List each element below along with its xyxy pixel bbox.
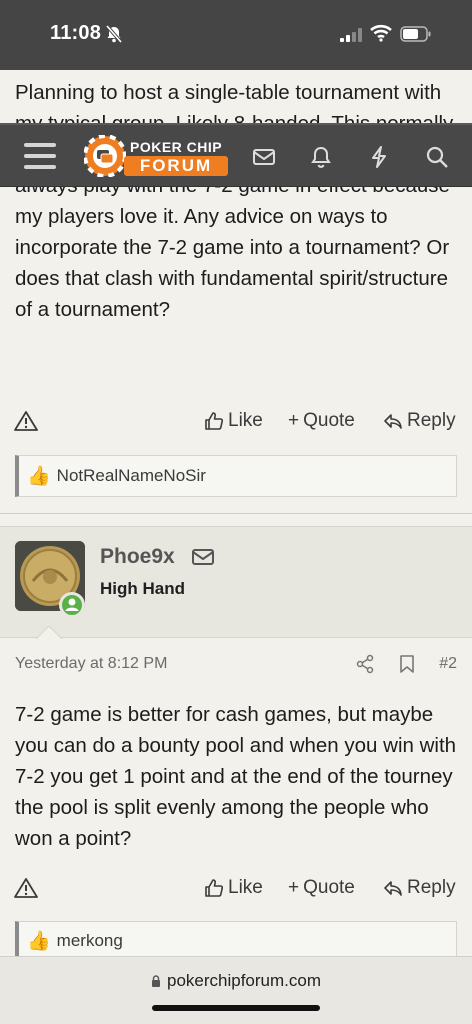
username[interactable]: Phoe9x: [100, 545, 175, 569]
post-body: Planning to host a single-table tourname…: [15, 77, 463, 325]
reply-icon: [384, 881, 402, 896]
envelope-icon[interactable]: [251, 144, 277, 170]
home-indicator[interactable]: [152, 1005, 320, 1011]
like-label: Like: [228, 877, 263, 898]
search-icon[interactable]: [424, 144, 450, 170]
reply-icon: [384, 414, 402, 429]
warning-icon[interactable]: [14, 410, 38, 432]
bolt-icon[interactable]: [366, 144, 392, 170]
reaction-user[interactable]: NotRealNameNoSir: [57, 466, 206, 486]
site-header: POKER CHIP FORUM: [0, 123, 472, 187]
thumbs-up-icon: 👍: [27, 931, 51, 952]
user-online-icon: [65, 598, 79, 611]
post-actions: Like + Quote Reply: [0, 875, 472, 905]
hamburger-icon[interactable]: [24, 143, 56, 169]
status-time: 11:08: [50, 22, 102, 44]
reply-button[interactable]: Reply: [383, 410, 456, 432]
share-icon[interactable]: [355, 654, 375, 674]
like-button[interactable]: Like: [204, 877, 263, 899]
like-button[interactable]: Like: [204, 410, 263, 432]
like-icon: [205, 879, 224, 897]
post-body: 7-2 game is better for cash games, but m…: [15, 703, 457, 850]
quote-icon: +: [288, 877, 300, 898]
reply-label: Reply: [407, 410, 456, 431]
post-date[interactable]: Yesterday at 8:12 PM: [15, 655, 167, 673]
reply-label: Reply: [407, 877, 456, 898]
bell-icon[interactable]: [308, 144, 334, 170]
reaction-user[interactable]: merkong: [57, 931, 123, 951]
logo-top-text: POKER CHIP: [130, 139, 223, 155]
quote-label: Quote: [303, 410, 355, 431]
wifi-icon: [370, 24, 392, 42]
quote-icon: +: [288, 410, 300, 431]
signal-icon: [340, 28, 362, 42]
address-bar[interactable]: pokerchipforum.com: [0, 971, 472, 991]
battery-icon: [400, 26, 431, 42]
quote-label: Quote: [303, 877, 355, 898]
speech-pointer: [36, 626, 62, 639]
site-logo[interactable]: POKER CHIP FORUM: [84, 133, 230, 179]
url-text: pokerchipforum.com: [166, 971, 321, 990]
bookmark-icon[interactable]: [398, 654, 416, 674]
bell-slash-icon: [105, 24, 123, 44]
post-divider: [0, 513, 472, 514]
like-label: Like: [228, 410, 263, 431]
quote-button[interactable]: + Quote: [288, 410, 355, 432]
like-icon: [205, 412, 224, 430]
status-bar: 11:08: [0, 0, 472, 70]
user-title: High Hand: [100, 579, 185, 598]
logo-bottom-text: FORUM: [124, 156, 228, 176]
lock-icon: [151, 975, 160, 987]
warning-icon[interactable]: [14, 877, 38, 899]
post-meta: Yesterday at 8:12 PM #2: [15, 654, 457, 678]
browser-bar: pokerchipforum.com: [0, 956, 472, 1024]
thumbs-up-icon: 👍: [27, 466, 51, 487]
user-info: Phoe9x High Hand: [0, 526, 472, 638]
post-number[interactable]: #2: [439, 655, 457, 673]
reactions-bar[interactable]: 👍 merkong: [15, 921, 457, 961]
online-status-badge: [59, 592, 85, 618]
quote-button[interactable]: + Quote: [288, 877, 355, 899]
post-actions: Like + Quote Reply: [0, 408, 472, 438]
poker-chip-icon: [84, 135, 126, 177]
reactions-bar[interactable]: 👍 NotRealNameNoSir: [15, 455, 457, 497]
envelope-icon[interactable]: [191, 546, 215, 568]
reply-button[interactable]: Reply: [383, 877, 456, 899]
